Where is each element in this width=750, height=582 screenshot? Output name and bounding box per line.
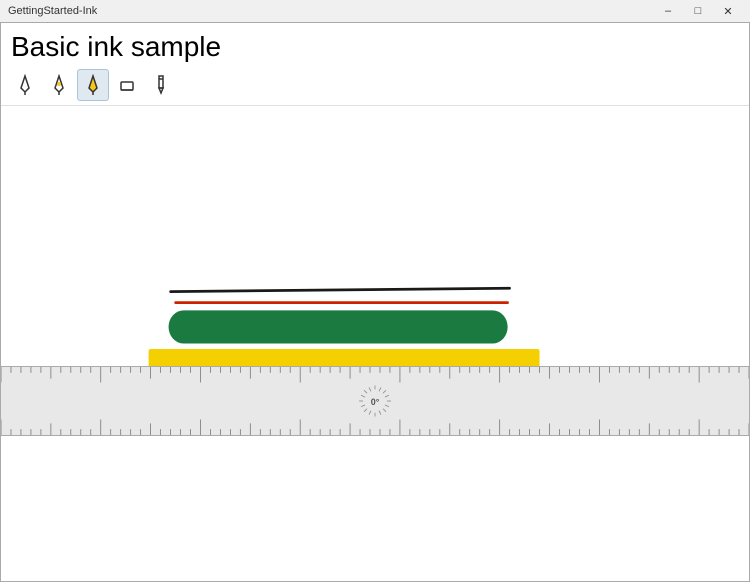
svg-text:0°: 0° (371, 397, 380, 407)
titlebar: GettingStarted-Ink – □ ✕ (0, 0, 750, 22)
main-window: Basic ink sample (0, 22, 750, 582)
ruler-body: 0° (1, 366, 749, 436)
page-title: Basic ink sample (1, 23, 749, 67)
pen-tool-button[interactable] (9, 69, 41, 101)
toolbar (1, 67, 749, 106)
titlebar-title: GettingStarted-Ink (8, 5, 97, 17)
pen2-icon (49, 74, 69, 96)
minimize-button[interactable]: – (654, 2, 682, 20)
pencil-tool-button[interactable] (145, 69, 177, 101)
pen-tool-2-button[interactable] (43, 69, 75, 101)
pen-icon (15, 74, 35, 96)
pencil-icon (151, 74, 171, 96)
eraser-tool-button[interactable] (111, 69, 143, 101)
eraser-icon (117, 74, 137, 96)
titlebar-controls: – □ ✕ (654, 2, 742, 20)
close-button[interactable]: ✕ (714, 2, 742, 20)
maximize-button[interactable]: □ (684, 2, 712, 20)
highlighter-tool-button[interactable] (77, 69, 109, 101)
ruler-ticks-svg: 0° (1, 367, 749, 435)
canvas-area[interactable]: 0° (1, 106, 749, 581)
ruler[interactable]: 0° (1, 366, 749, 436)
ink-canvas (1, 106, 749, 581)
highlighter-icon (83, 74, 103, 96)
